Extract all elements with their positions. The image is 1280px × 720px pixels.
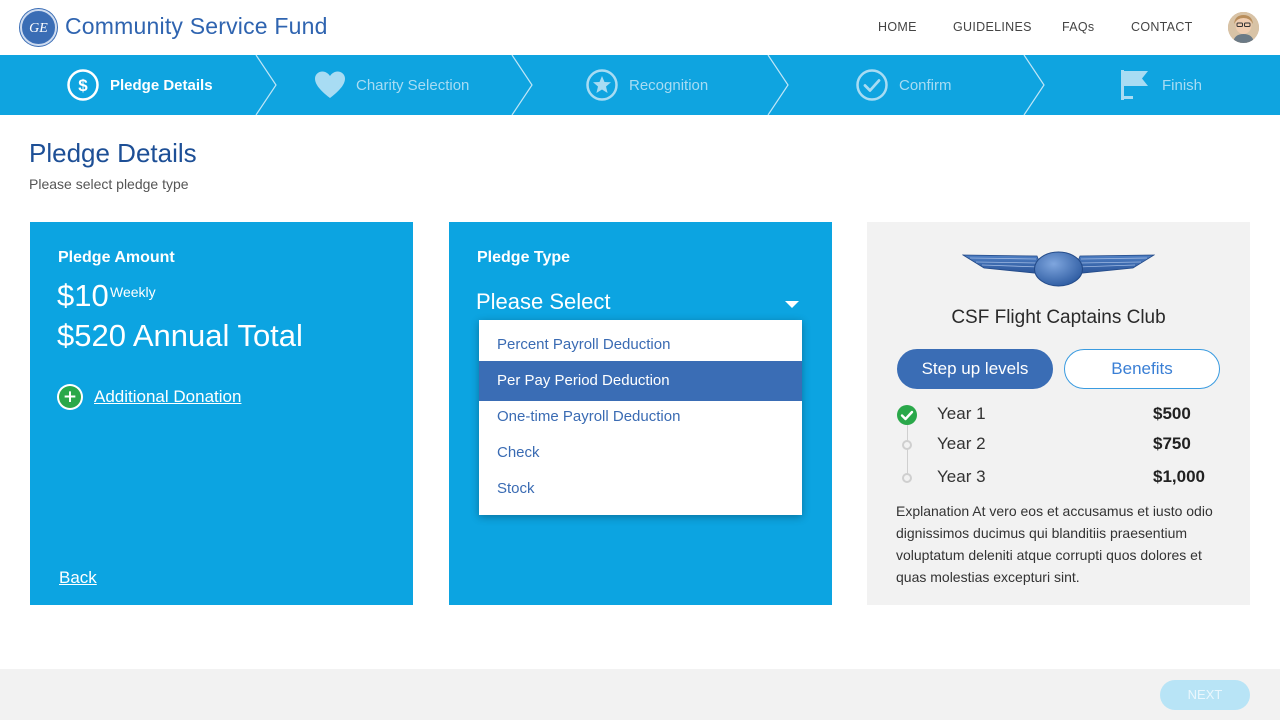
dropdown-option-check[interactable]: Check [479, 433, 802, 473]
pledge-type-select[interactable]: Please Select [476, 289, 611, 315]
level-name: Year 3 [937, 467, 986, 486]
level-row: Year 2 $750 [897, 432, 1217, 460]
level-amount: $500 [1153, 404, 1191, 423]
dropdown-option-percent-payroll[interactable]: Percent Payroll Deduction [479, 325, 802, 365]
pledge-amount-card: Pledge Amount $10 Weekly $520 Annual Tot… [30, 222, 413, 605]
level-name: Year 2 [937, 434, 986, 453]
flag-icon [1121, 70, 1148, 100]
step-recognition[interactable]: Recognition [585, 55, 708, 115]
step-separator [511, 55, 533, 115]
nav-home[interactable]: HOME [878, 20, 917, 34]
club-name: CSF Flight Captains Club [951, 307, 1166, 328]
pledge-type-label: Pledge Type [477, 249, 571, 266]
tab-benefits[interactable]: Benefits [1064, 349, 1220, 389]
app-title[interactable]: Community Service Fund [65, 13, 328, 40]
next-button[interactable]: NEXT [1160, 680, 1250, 710]
dropdown-option-stock[interactable]: Stock [479, 469, 802, 509]
step-label: Finish [1162, 76, 1203, 94]
ge-logo[interactable]: GE [20, 9, 57, 46]
additional-donation-label: Additional Donation [94, 387, 242, 406]
tab-step-up-levels[interactable]: Step up levels [897, 349, 1053, 389]
page-title: Pledge Details [29, 138, 197, 168]
dropdown-option-per-pay-period[interactable]: Per Pay Period Deduction [479, 361, 802, 401]
footer-bar: NEXT [0, 669, 1280, 720]
user-avatar[interactable] [1228, 12, 1259, 43]
annual-total: $520 Annual Total [57, 318, 303, 353]
step-separator [255, 55, 277, 115]
progress-stepper: $ Pledge Details Charity Selection Recog… [0, 55, 1280, 115]
step-label: Confirm [899, 76, 952, 94]
nav-guidelines[interactable]: GUIDELINES [953, 20, 1032, 34]
step-separator [1023, 55, 1045, 115]
top-header: GE Community Service Fund HOME GUIDELINE… [0, 0, 1280, 55]
check-circle-icon [856, 69, 888, 101]
level-amount: $1,000 [1153, 467, 1205, 486]
nav-contact[interactable]: CONTACT [1131, 20, 1193, 34]
back-link[interactable]: Back [59, 568, 97, 588]
wings-badge-icon [962, 251, 1155, 287]
pledge-type-dropdown: Percent Payroll Deduction Per Pay Period… [479, 320, 802, 515]
plus-circle-icon: + [57, 384, 83, 410]
pledge-amount-value: $10 [57, 278, 109, 313]
svg-text:GE: GE [29, 21, 48, 36]
step-label: Recognition [629, 76, 709, 94]
svg-text:$: $ [78, 76, 88, 95]
pledge-frequency: Weekly [110, 284, 156, 300]
pledge-type-card: Pledge Type Please Select Percent Payrol… [449, 222, 832, 605]
step-separator [767, 55, 789, 115]
nav-faqs[interactable]: FAQs [1062, 20, 1094, 34]
step-charity-selection[interactable]: Charity Selection [314, 55, 469, 115]
dropdown-option-one-time-payroll[interactable]: One-time Payroll Deduction [479, 397, 802, 437]
additional-donation-link[interactable]: + Additional Donation [57, 384, 241, 410]
heart-icon [315, 71, 345, 98]
step-pledge-details[interactable]: $ Pledge Details [66, 55, 213, 115]
club-card: CSF Flight Captains Club Step up levels … [867, 222, 1250, 605]
step-confirm[interactable]: Confirm [855, 55, 952, 115]
step-label: Pledge Details [110, 76, 213, 94]
timeline-dot-icon [902, 440, 912, 450]
star-circle-icon [586, 69, 618, 101]
level-amount: $750 [1153, 434, 1191, 453]
page-subtitle: Please select pledge type [29, 176, 189, 192]
step-label: Charity Selection [356, 76, 470, 94]
level-row: Year 3 $1,000 [897, 465, 1217, 493]
step-finish[interactable]: Finish [1118, 55, 1202, 115]
level-name: Year 1 [937, 404, 986, 423]
timeline-dot-icon [902, 473, 912, 483]
dollar-circle-icon: $ [67, 69, 99, 101]
pledge-amount-label: Pledge Amount [58, 249, 175, 266]
level-explanation: Explanation At vero eos et accusamus et … [896, 503, 1213, 585]
caret-down-icon[interactable] [785, 301, 799, 308]
level-row: Year 1 $500 [897, 402, 1217, 430]
check-circle-icon [897, 405, 917, 425]
